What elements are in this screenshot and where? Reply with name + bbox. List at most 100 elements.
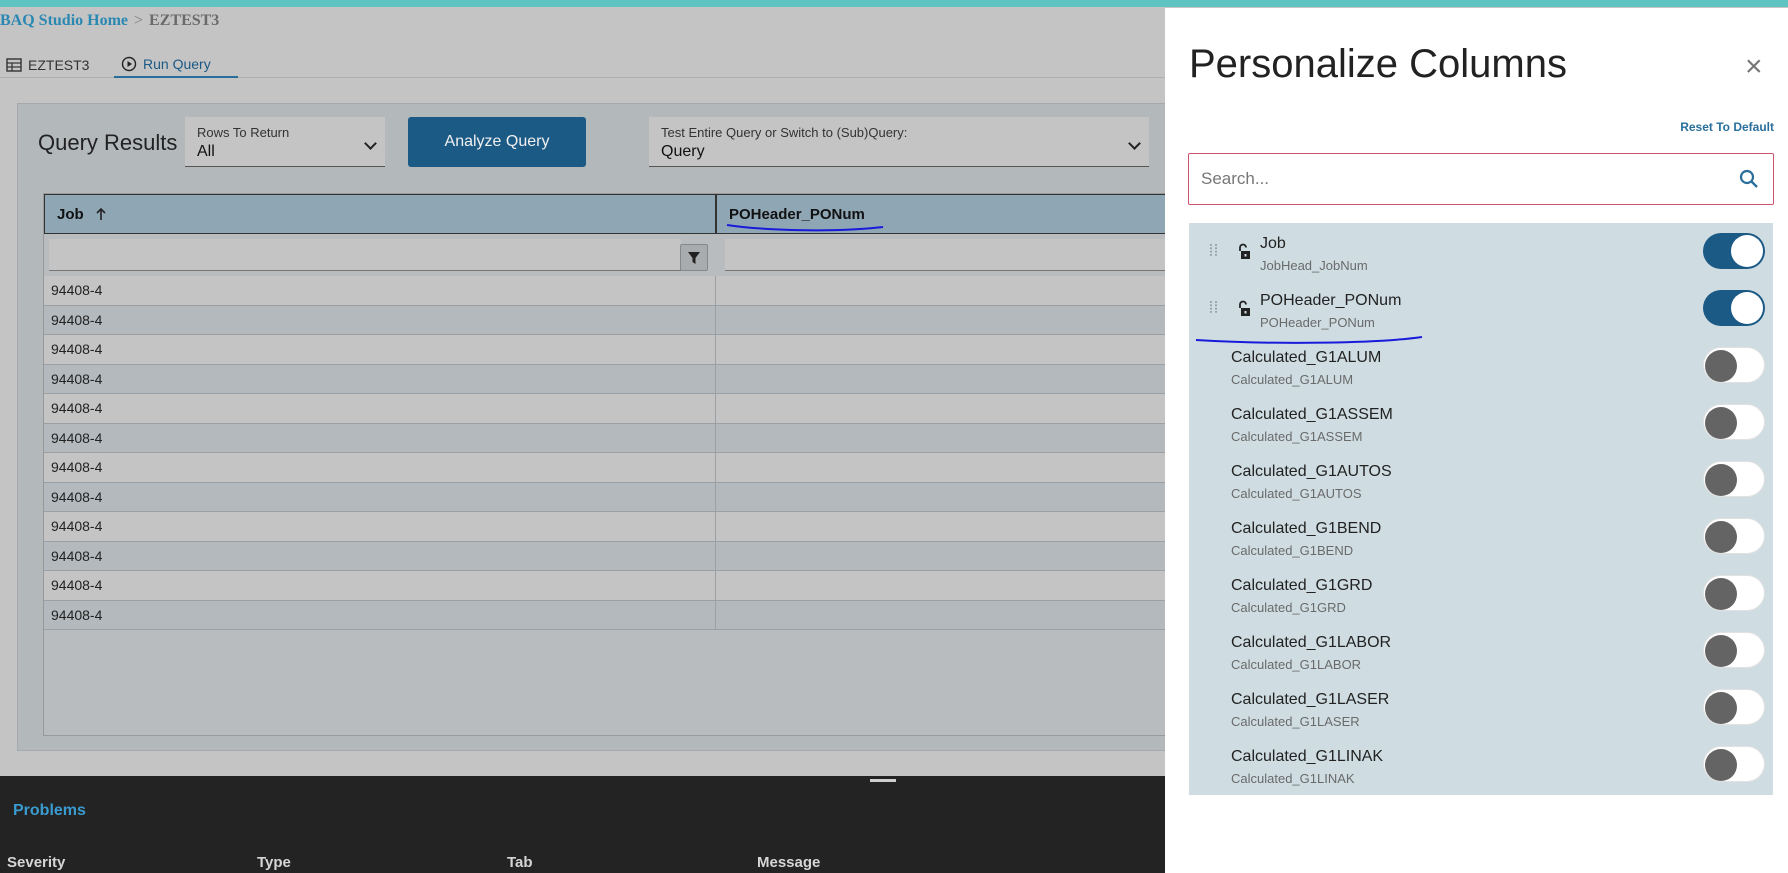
column-name: Calculated_G1LINAK bbox=[1231, 748, 1384, 765]
column-list-item[interactable]: Calculated_G1LABOR Calculated_G1LABOR bbox=[1189, 622, 1773, 681]
table-row[interactable]: 94408-4 bbox=[44, 482, 1178, 512]
filter-row bbox=[44, 234, 1178, 274]
table-row[interactable]: 94408-4 bbox=[44, 512, 1178, 542]
problems-column-tab[interactable]: Tab bbox=[507, 854, 533, 871]
column-list-item[interactable]: Calculated_G1LASER Calculated_G1LASER bbox=[1189, 679, 1773, 738]
table-row[interactable]: 94408-4 bbox=[44, 305, 1178, 335]
ponum-filter-input[interactable] bbox=[725, 239, 1178, 271]
table-row[interactable]: 94408-4 bbox=[44, 423, 1178, 453]
close-icon[interactable]: × bbox=[1745, 52, 1763, 82]
problems-column-severity[interactable]: Severity bbox=[7, 854, 65, 871]
column-name: Calculated_G1ALUM bbox=[1231, 349, 1382, 366]
table-icon bbox=[6, 58, 22, 72]
breadcrumb-separator: > bbox=[134, 12, 144, 29]
breadcrumb: BAQ Studio Home > EZTEST3 bbox=[0, 12, 219, 30]
table-row[interactable]: 94408-4 bbox=[44, 364, 1178, 394]
column-field: Calculated_G1ASSEM bbox=[1231, 429, 1363, 444]
breadcrumb-home-link[interactable]: BAQ Studio Home bbox=[0, 12, 128, 29]
drag-handle-icon[interactable] bbox=[1209, 300, 1219, 314]
column-field: Calculated_G1LINAK bbox=[1231, 771, 1355, 786]
chevron-down-icon bbox=[1128, 137, 1141, 150]
breadcrumb-current: EZTEST3 bbox=[149, 12, 220, 29]
column-name: POHeader_PONum bbox=[1260, 292, 1402, 309]
problems-column-type[interactable]: Type bbox=[257, 854, 291, 871]
column-header-poheader-ponum[interactable]: POHeader_PONum bbox=[716, 194, 1178, 234]
cell-job: 94408-4 bbox=[44, 394, 716, 423]
column-visibility-toggle[interactable] bbox=[1703, 689, 1765, 725]
column-list-item[interactable]: Calculated_G1AUTOS Calculated_G1AUTOS bbox=[1189, 451, 1773, 510]
job-filter-input[interactable] bbox=[49, 239, 681, 271]
column-field: Calculated_G1ALUM bbox=[1231, 372, 1354, 387]
filter-icon bbox=[688, 251, 700, 264]
column-name: Job bbox=[1260, 235, 1286, 252]
analyze-query-button[interactable]: Analyze Query bbox=[408, 117, 586, 167]
column-visibility-toggle[interactable] bbox=[1703, 233, 1765, 269]
table-row[interactable]: 94408-4 bbox=[44, 600, 1178, 630]
column-name: Calculated_G1GRD bbox=[1231, 577, 1373, 594]
chevron-down-icon bbox=[364, 137, 377, 150]
cell-job: 94408-4 bbox=[44, 305, 716, 334]
column-visibility-toggle[interactable] bbox=[1703, 290, 1765, 326]
table-row[interactable]: 94408-4 bbox=[44, 571, 1178, 601]
table-row[interactable]: 94408-4 bbox=[44, 541, 1178, 571]
column-name: Calculated_G1BEND bbox=[1231, 520, 1382, 537]
column-list-item[interactable]: POHeader_PONum POHeader_PONum bbox=[1189, 280, 1773, 339]
cell-job: 94408-4 bbox=[44, 335, 716, 364]
table-row[interactable]: 94408-4 bbox=[44, 335, 1178, 365]
cell-job: 94408-4 bbox=[44, 600, 716, 629]
column-list-item[interactable]: Calculated_G1ASSEM Calculated_G1ASSEM bbox=[1189, 394, 1773, 453]
column-list-item[interactable]: Calculated_G1GRD Calculated_G1GRD bbox=[1189, 565, 1773, 624]
drag-handle-icon[interactable] bbox=[1209, 243, 1219, 257]
reset-to-default-link[interactable]: Reset To Default bbox=[1680, 120, 1774, 134]
filter-button[interactable] bbox=[680, 244, 708, 271]
column-visibility-toggle[interactable] bbox=[1703, 461, 1765, 497]
rows-to-return-select[interactable]: Rows To Return All bbox=[185, 117, 385, 167]
cell-job: 94408-4 bbox=[44, 423, 716, 452]
query-results-title: Query Results bbox=[38, 130, 178, 155]
column-list-item[interactable]: Calculated_G1BEND Calculated_G1BEND bbox=[1189, 508, 1773, 567]
column-visibility-toggle[interactable] bbox=[1703, 347, 1765, 383]
table-row[interactable]: 94408-4 bbox=[44, 394, 1178, 424]
cell-job: 94408-4 bbox=[44, 364, 716, 393]
problems-column-message[interactable]: Message bbox=[757, 854, 820, 871]
toggle-knob bbox=[1731, 292, 1763, 324]
column-list-item[interactable]: Calculated_G1LINAK Calculated_G1LINAK bbox=[1189, 736, 1773, 795]
toggle-knob bbox=[1705, 521, 1737, 553]
unlock-icon[interactable] bbox=[1237, 300, 1251, 317]
unlock-icon[interactable] bbox=[1237, 243, 1251, 260]
cell-job: 94408-4 bbox=[44, 541, 716, 570]
subquery-select[interactable]: Test Entire Query or Switch to (Sub)Quer… bbox=[649, 117, 1149, 167]
table-row[interactable]: 94408-4 bbox=[44, 453, 1178, 483]
cell-job: 94408-4 bbox=[44, 453, 716, 482]
sort-ascending-icon bbox=[96, 207, 106, 220]
column-list-item[interactable]: Calculated_G1ALUM Calculated_G1ALUM bbox=[1189, 337, 1773, 396]
tab-eztest3[interactable]: EZTEST3 bbox=[6, 52, 106, 78]
column-header-label: Job bbox=[57, 205, 84, 223]
tab-label: Run Query bbox=[143, 56, 211, 72]
column-field: Calculated_G1LASER bbox=[1231, 714, 1360, 729]
column-name: Calculated_G1LABOR bbox=[1231, 634, 1392, 651]
top-accent-bar bbox=[0, 0, 1788, 7]
column-search-input[interactable] bbox=[1201, 166, 1701, 192]
table-row[interactable]: 94408-4 bbox=[44, 276, 1178, 306]
tab-run-query[interactable]: Run Query bbox=[114, 52, 238, 78]
column-field: Calculated_G1GRD bbox=[1231, 600, 1346, 615]
problems-title[interactable]: Problems bbox=[13, 802, 86, 820]
column-visibility-toggle[interactable] bbox=[1703, 575, 1765, 611]
column-list-item[interactable]: Job JobHead_JobNum bbox=[1189, 223, 1773, 282]
toggle-knob bbox=[1705, 749, 1737, 781]
column-field: Calculated_G1BEND bbox=[1231, 543, 1354, 558]
toggle-knob bbox=[1705, 578, 1737, 610]
drawer-title: Personalize Columns bbox=[1189, 42, 1567, 86]
grid-header: Job POHeader_PONum bbox=[44, 194, 1178, 234]
column-visibility-toggle[interactable] bbox=[1703, 404, 1765, 440]
search-icon[interactable] bbox=[1739, 169, 1759, 189]
panel-resize-handle[interactable] bbox=[870, 779, 896, 782]
grid-rows: 94408-4 94408-4 94408-4 94408-4 94408-4 94408… bbox=[44, 276, 1178, 630]
column-visibility-toggle[interactable] bbox=[1703, 518, 1765, 554]
rows-to-return-label: Rows To Return bbox=[197, 125, 290, 140]
column-visibility-toggle[interactable] bbox=[1703, 632, 1765, 668]
column-visibility-toggle[interactable] bbox=[1703, 746, 1765, 782]
column-header-job[interactable]: Job bbox=[44, 194, 716, 234]
subquery-select-value: Query bbox=[661, 143, 705, 160]
